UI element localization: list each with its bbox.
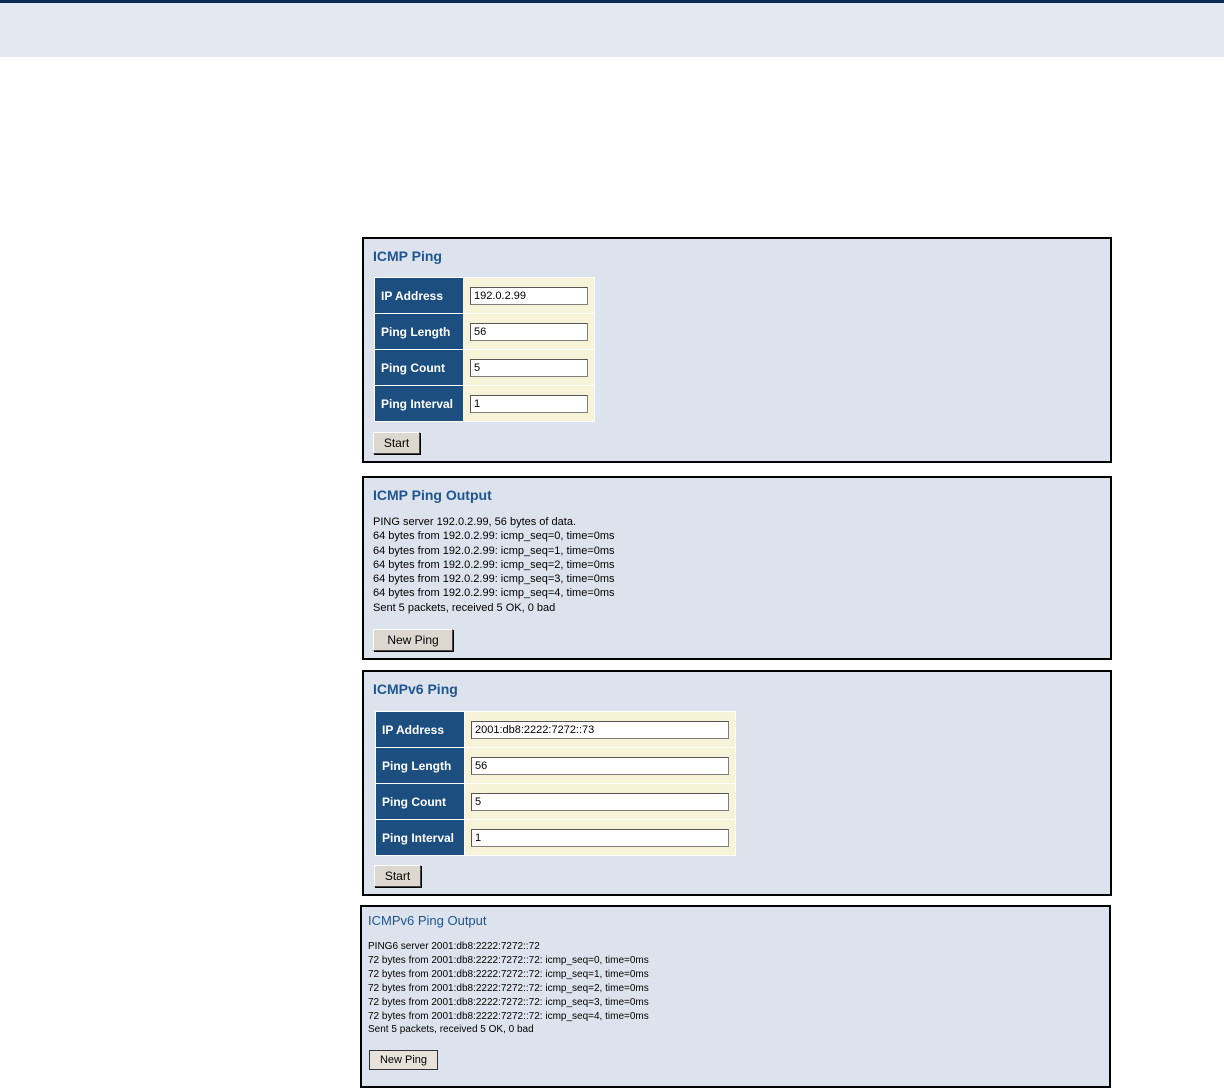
ping-count-input[interactable] [470, 359, 588, 377]
output-line: 64 bytes from 192.0.2.99: icmp_seq=1, ti… [373, 544, 615, 557]
ping-count-cell [463, 349, 595, 386]
icmp-ping-panel: ICMP Ping IP Address Ping Length Ping Co… [362, 237, 1112, 463]
start-button[interactable]: Start [373, 432, 420, 454]
ping-interval-row: Ping Interval [374, 385, 595, 422]
ipv6-ping-length-label: Ping Length [375, 747, 465, 784]
icmp-ping-title: ICMP Ping [373, 248, 442, 264]
icmp-output-title: ICMP Ping Output [373, 487, 492, 503]
output-line: 64 bytes from 192.0.2.99: icmp_seq=2, ti… [373, 558, 615, 571]
new-ping-button[interactable]: New Ping [373, 629, 453, 651]
ping-length-input[interactable] [470, 323, 588, 341]
output-line: PING server 192.0.2.99, 56 bytes of data… [373, 516, 577, 528]
ipv6-ping-length-cell [464, 747, 736, 784]
ping-interval-label: Ping Interval [374, 385, 464, 422]
output-line: Sent 5 packets, received 5 OK, 0 bad [368, 1024, 534, 1036]
icmpv6-ping-title: ICMPv6 Ping [373, 681, 458, 697]
output-line: PING6 server 2001:db8:2222:7272::72 [368, 941, 540, 952]
ipv6-address-label: IP Address [375, 711, 465, 748]
ip-address-row: IP Address [374, 277, 595, 314]
page-header-bar [0, 0, 1224, 57]
output-line: Sent 5 packets, received 5 OK, 0 bad [373, 601, 556, 614]
ping-length-label: Ping Length [374, 313, 464, 350]
icmp-output-text: PING server 192.0.2.99, 56 bytes of data… [373, 515, 615, 615]
ip-address-cell [463, 277, 595, 314]
ping-interval-cell [463, 385, 595, 422]
ipv6-ping-count-input[interactable] [471, 793, 729, 811]
ipv6-ping-interval-cell [464, 819, 736, 856]
output-line: 64 bytes from 192.0.2.99: icmp_seq=4, ti… [373, 587, 615, 600]
ping-length-row: Ping Length [374, 313, 595, 350]
ping-interval-input[interactable] [470, 395, 588, 413]
icmp-ping-form: IP Address Ping Length Ping Count Ping I… [374, 277, 595, 422]
ipv6-new-ping-button[interactable]: New Ping [369, 1050, 438, 1070]
ipv6-ping-interval-row: Ping Interval [375, 819, 736, 856]
output-line: 72 bytes from 2001:db8:2222:7272::72: ic… [368, 982, 649, 994]
ipv6-address-row: IP Address [375, 711, 736, 748]
output-line: 72 bytes from 2001:db8:2222:7272::72: ic… [368, 954, 649, 966]
icmpv6-ping-panel: ICMPv6 Ping IP Address Ping Length Ping … [362, 670, 1112, 896]
icmpv6-ping-output-panel: ICMPv6 Ping Output PING6 server 2001:db8… [360, 905, 1111, 1088]
ipv6-address-input[interactable] [471, 721, 729, 739]
ipv6-ping-count-label: Ping Count [375, 783, 465, 820]
ipv6-ping-count-row: Ping Count [375, 783, 736, 820]
ipv6-ping-length-input[interactable] [471, 757, 729, 775]
ping-count-row: Ping Count [374, 349, 595, 386]
ping-count-label: Ping Count [374, 349, 464, 386]
ipv6-ping-length-row: Ping Length [375, 747, 736, 784]
output-line: 64 bytes from 192.0.2.99: icmp_seq=0, ti… [373, 530, 615, 543]
ip-address-label: IP Address [374, 277, 464, 314]
ipv6-ping-count-cell [464, 783, 736, 820]
icmp-ping-output-panel: ICMP Ping Output PING server 192.0.2.99,… [362, 476, 1112, 660]
icmpv6-output-title: ICMPv6 Ping Output [368, 913, 487, 928]
ipv6-address-cell [464, 711, 736, 748]
ipv6-ping-interval-input[interactable] [471, 829, 729, 847]
output-line: 72 bytes from 2001:db8:2222:7272::72: ic… [368, 1010, 649, 1022]
ipv6-start-button[interactable]: Start [374, 865, 421, 887]
ping-length-cell [463, 313, 595, 350]
icmpv6-output-text: PING6 server 2001:db8:2222:7272::72 72 b… [368, 940, 649, 1037]
ipv6-ping-interval-label: Ping Interval [375, 819, 465, 856]
icmpv6-ping-form: IP Address Ping Length Ping Count Ping I… [375, 711, 736, 856]
output-line: 72 bytes from 2001:db8:2222:7272::72: ic… [368, 968, 649, 980]
output-line: 64 bytes from 192.0.2.99: icmp_seq=3, ti… [373, 573, 615, 586]
output-line: 72 bytes from 2001:db8:2222:7272::72: ic… [368, 996, 649, 1008]
ip-address-input[interactable] [470, 287, 588, 305]
